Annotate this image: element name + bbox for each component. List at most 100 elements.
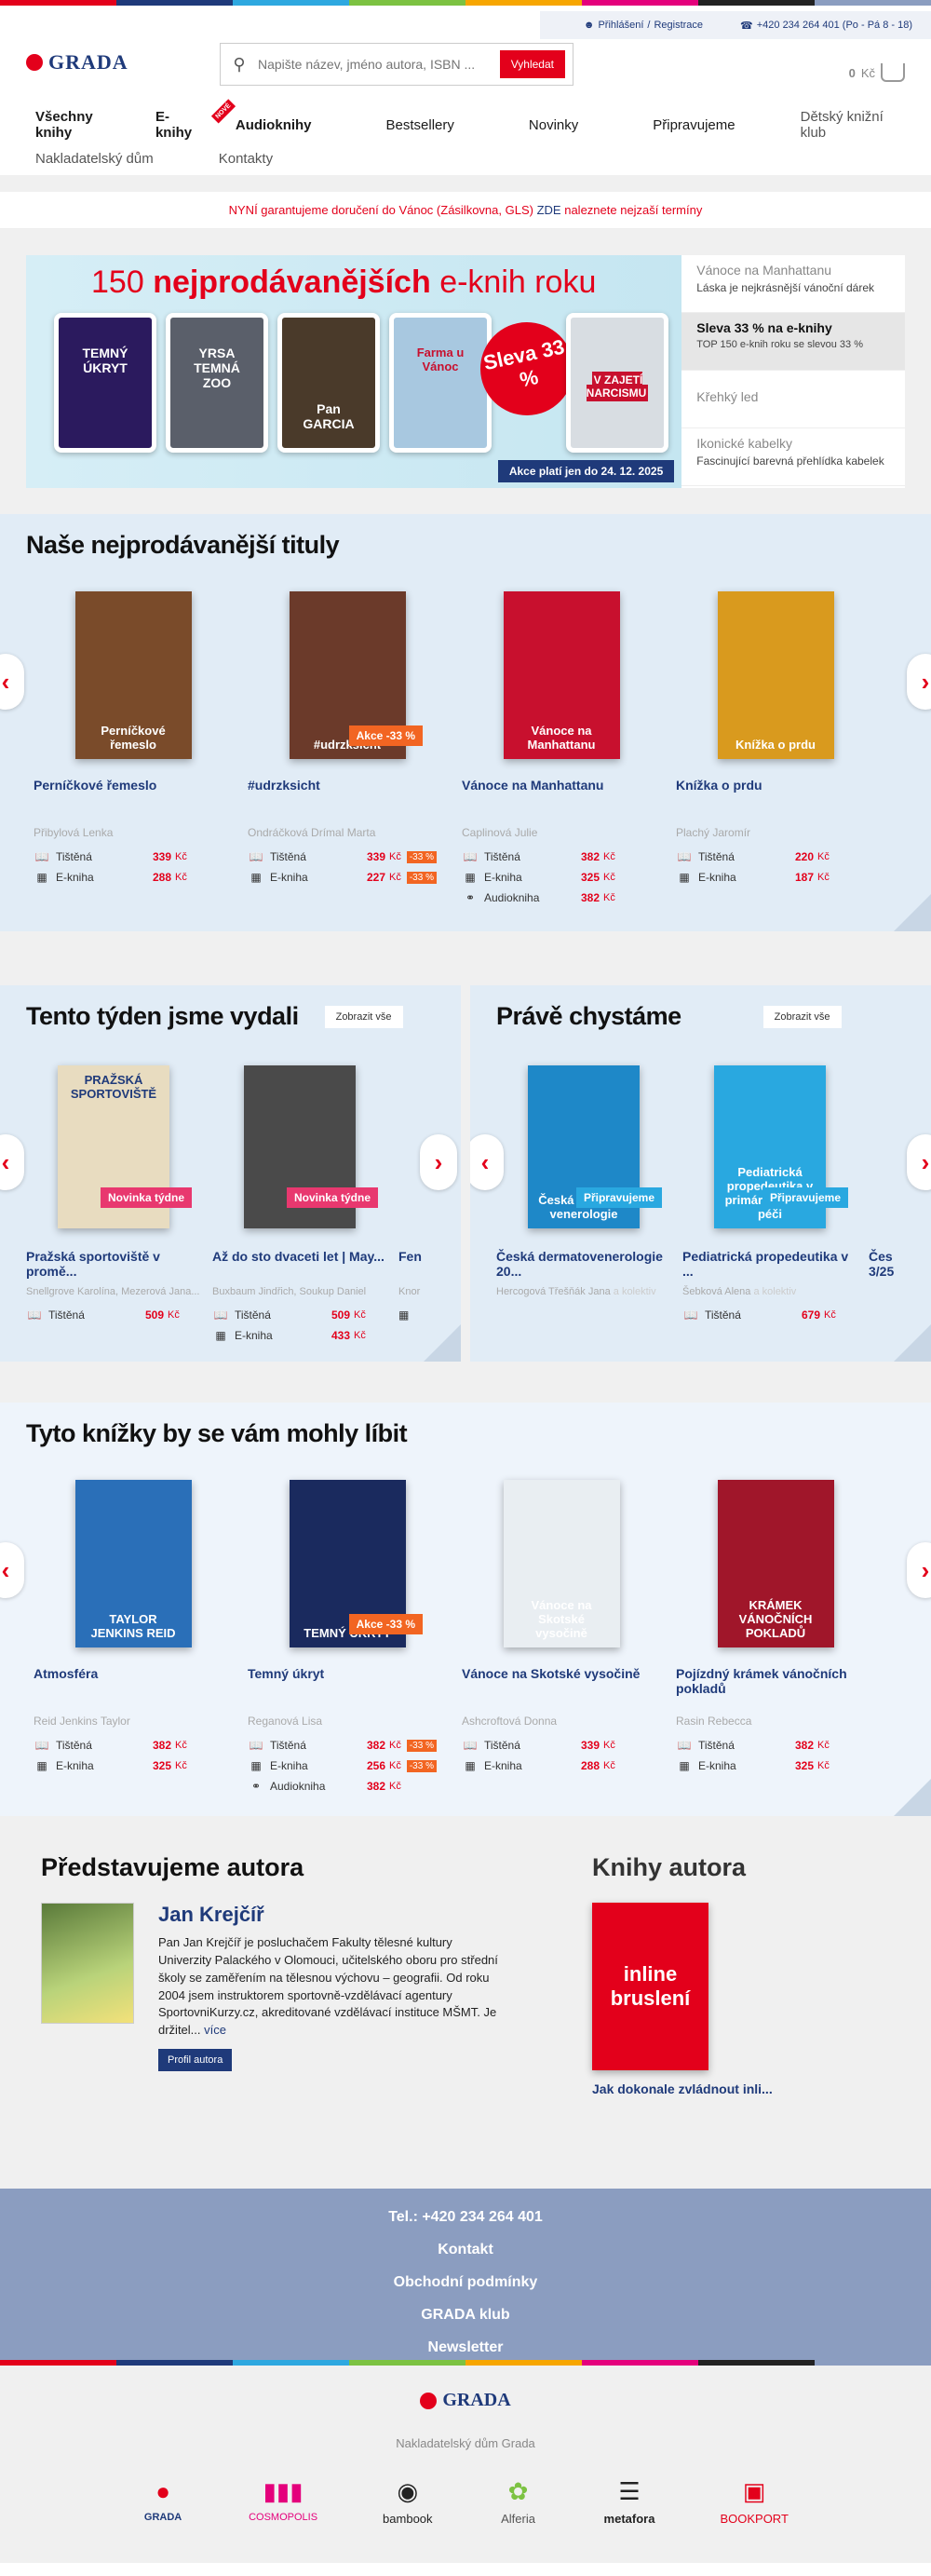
nav-all-books[interactable]: Všechny knihy xyxy=(17,109,137,141)
carousel-next-button[interactable]: › xyxy=(420,1134,457,1190)
this-week-show-all-button[interactable]: Zobrazit vše xyxy=(324,1005,403,1028)
hero-banner[interactable]: 150 nejprodávanějších e-knih roku TEMNÝ … xyxy=(26,255,682,488)
brand-grada[interactable]: ● GRADA xyxy=(142,2476,183,2526)
brand-alferia[interactable]: ✿ Alferia xyxy=(498,2476,539,2526)
product-title[interactable]: Pojízdný krámek vánočních pokladů xyxy=(676,1666,875,1698)
product-title[interactable]: Vánoce na Skotské vysočině xyxy=(462,1666,661,1698)
notice-link[interactable]: ZDE xyxy=(537,203,561,217)
product-author[interactable]: Reid Jenkins Taylor xyxy=(34,1715,233,1728)
price-row[interactable]: ▦ xyxy=(398,1305,425,1325)
nav-kids-club[interactable]: Dětský knižní klub xyxy=(782,109,914,141)
footer-phone[interactable]: Tel.: +420 234 264 401 xyxy=(0,2209,931,2242)
hero-tab-2[interactable]: Sleva 33 % na e-knihy TOP 150 e-knih roku… xyxy=(681,313,905,371)
product-card[interactable]: Vánoce na Manhattanu Vánoce na Manhattanu… xyxy=(454,582,668,908)
product-title[interactable]: Až do sto dvaceti let | May... xyxy=(212,1249,387,1281)
price-row[interactable]: 📖 Tištěná 339 Kč xyxy=(34,847,233,867)
nav-bestsellers[interactable]: Bestsellery xyxy=(368,117,473,133)
product-author[interactable]: Hercogová Třešňák Jana a kolektiv xyxy=(496,1286,671,1297)
price-row[interactable]: ⚭ Audiokniha 382 Kč xyxy=(248,1776,447,1796)
product-title[interactable]: Pediatrická propedeutika v ... xyxy=(682,1249,857,1281)
product-card[interactable]: Fen Knor ▦ xyxy=(398,1053,436,1346)
product-title[interactable]: #udrzksicht xyxy=(248,778,447,809)
nav-audiobooks[interactable]: Audioknihy NOVÉ xyxy=(210,98,331,133)
price-row[interactable]: 📖 Tištěná 679 Kč xyxy=(682,1305,857,1325)
upcoming-show-all-button[interactable]: Zobrazit vše xyxy=(762,1005,842,1028)
cart[interactable]: 0 Kč xyxy=(849,63,905,82)
product-card[interactable]: Pediatrická propedeutika v primární děts… xyxy=(682,1053,869,1325)
footer-contact[interactable]: Kontakt xyxy=(0,2242,931,2274)
brand-bookport[interactable]: ▣ BOOKPORT xyxy=(720,2476,788,2526)
carousel-prev-button[interactable]: ‹ xyxy=(470,1134,504,1190)
register-link[interactable]: Registrace xyxy=(654,20,703,31)
price-row[interactable]: 📖 Tištěná 509 Kč xyxy=(26,1305,201,1325)
brand-bambook[interactable]: ◉ bambook xyxy=(383,2476,432,2526)
search-button[interactable]: Vyhledat xyxy=(499,50,565,78)
grada-logo[interactable]: GRADA xyxy=(26,50,128,75)
product-author[interactable]: Přibylová Lenka xyxy=(34,826,233,839)
brand-cosmopolis[interactable]: ▮▮▮ COSMOPOLIS xyxy=(249,2476,317,2526)
nav-ebooks[interactable]: E-knihy xyxy=(137,109,217,141)
nav-contacts[interactable]: Kontakty xyxy=(200,151,291,167)
brand-metafora[interactable]: ☰ metafora xyxy=(604,2476,655,2526)
price-row[interactable]: ▦ E-kniha 325 Kč xyxy=(462,867,661,888)
footer-terms[interactable]: Obchodní podmínky xyxy=(0,2274,931,2307)
product-title[interactable]: Česká dermatovenerologie 20... xyxy=(496,1249,671,1281)
price-row[interactable]: 📖 Tištěná 220 Kč xyxy=(676,847,875,867)
product-title[interactable]: Pražská sportoviště v promě... xyxy=(26,1249,201,1281)
product-card[interactable]: Vánoce na Skotské vysočině Vánoce na Skot… xyxy=(454,1471,668,1796)
price-row[interactable]: ▦ E-kniha 187 Kč xyxy=(676,867,875,888)
nav-publishing-house[interactable]: Nakladatelský dům xyxy=(17,151,172,167)
footer-club[interactable]: GRADA klub xyxy=(0,2307,931,2339)
product-card[interactable]: KRÁMEK VÁNOČNÍCH POKLADŮ Pojízdný krámek … xyxy=(668,1471,883,1796)
price-row[interactable]: ⚭ Audiokniha 382 Kč xyxy=(462,888,661,908)
product-title[interactable]: Fen xyxy=(398,1249,425,1281)
product-card[interactable]: #udrzksicht Akce -33 % #udrzksicht Ondráčk… xyxy=(240,582,454,908)
product-card[interactable]: Knížka o prdu Knížka o prdu Plachý Jaromí… xyxy=(668,582,883,908)
search-input[interactable] xyxy=(258,57,500,72)
carousel-prev-button[interactable]: ‹ xyxy=(0,1542,24,1598)
footer-logo[interactable]: GRADA xyxy=(420,2390,511,2411)
price-row[interactable]: ▦ E-kniha 325 Kč xyxy=(34,1756,233,1776)
price-row[interactable]: 📖 Tištěná 382 Kč xyxy=(34,1735,233,1756)
carousel-prev-button[interactable]: ‹ xyxy=(0,654,24,710)
hero-tab-1[interactable]: Vánoce na Manhattanu Láska je nejkrásnějš… xyxy=(681,255,905,313)
product-author[interactable]: Caplinová Julie xyxy=(462,826,661,839)
product-author[interactable]: Buxbaum Jindřich, Soukup Daniel xyxy=(212,1286,387,1297)
product-author[interactable]: Ondráčková Drímal Marta xyxy=(248,826,447,839)
price-row[interactable]: ▦ E-kniha 256 Kč -33 % xyxy=(248,1756,447,1776)
login-link[interactable]: Přihlášení xyxy=(598,20,643,31)
product-title[interactable]: Atmosféra xyxy=(34,1666,233,1698)
product-card[interactable]: Perníčkové řemeslo Perníčkové řemeslo Při… xyxy=(26,582,240,908)
author-more-link[interactable]: více xyxy=(204,2023,226,2037)
product-title[interactable]: Vánoce na Manhattanu xyxy=(462,778,661,809)
product-card[interactable]: TEMNÝ ÚKRYT Akce -33 % Temný úkryt Reganov… xyxy=(240,1471,454,1796)
price-row[interactable]: ▦ E-kniha 325 Kč xyxy=(676,1756,875,1776)
hero-tab-4[interactable]: Ikonické kabelky Fascinující barevná přeh… xyxy=(681,428,905,486)
price-row[interactable]: 📖 Tištěná 382 Kč xyxy=(676,1735,875,1756)
product-card[interactable]: PRAŽSKÁ SPORTOVIŠTĚ Novinka týdne Pražská… xyxy=(26,1053,212,1346)
product-author[interactable]: Šebková Alena a kolektiv xyxy=(682,1286,857,1297)
product-title[interactable]: Temný úkryt xyxy=(248,1666,447,1698)
carousel-prev-button[interactable]: ‹ xyxy=(0,1134,24,1190)
product-card[interactable]: Čes 3/25 xyxy=(869,1053,906,1325)
price-row[interactable]: ▦ E-kniha 227 Kč -33 % xyxy=(248,867,447,888)
nav-new[interactable]: Novinky xyxy=(510,117,597,133)
price-row[interactable]: 📖 Tištěná 339 Kč -33 % xyxy=(248,847,447,867)
product-author[interactable]: Plachý Jaromír xyxy=(676,826,875,839)
product-card[interactable]: Česká dermato-venerologie Připravujeme Če… xyxy=(496,1053,682,1325)
author-name[interactable]: Jan Krejčíř xyxy=(158,1903,503,1927)
nav-upcoming[interactable]: Připravujeme xyxy=(634,117,753,133)
product-author[interactable]: Reganová Lisa xyxy=(248,1715,447,1728)
product-title[interactable]: Knížka o prdu xyxy=(676,778,875,809)
product-author[interactable]: Snellgrove Karolína, Mezerová Jana... xyxy=(26,1286,201,1297)
price-row[interactable]: 📖 Tištěná 382 Kč -33 % xyxy=(248,1735,447,1756)
product-card[interactable]: TAYLOR JENKINS REID Atmosféra Reid Jenkin… xyxy=(26,1471,240,1796)
carousel-next-button[interactable]: › xyxy=(907,654,931,710)
product-author[interactable]: Ashcroftová Donna xyxy=(462,1715,661,1728)
product-title[interactable]: Perníčkové řemeslo xyxy=(34,778,233,809)
price-row[interactable]: 📖 Tištěná 509 Kč xyxy=(212,1305,387,1325)
author-book[interactable]: inline bruslení Jak dokonale zvládnout i… xyxy=(592,1903,890,2096)
price-row[interactable]: ▦ E-kniha 288 Kč xyxy=(462,1756,661,1776)
price-row[interactable]: 📖 Tištěná 382 Kč xyxy=(462,847,661,867)
price-row[interactable]: ▦ E-kniha 433 Kč xyxy=(212,1325,387,1346)
